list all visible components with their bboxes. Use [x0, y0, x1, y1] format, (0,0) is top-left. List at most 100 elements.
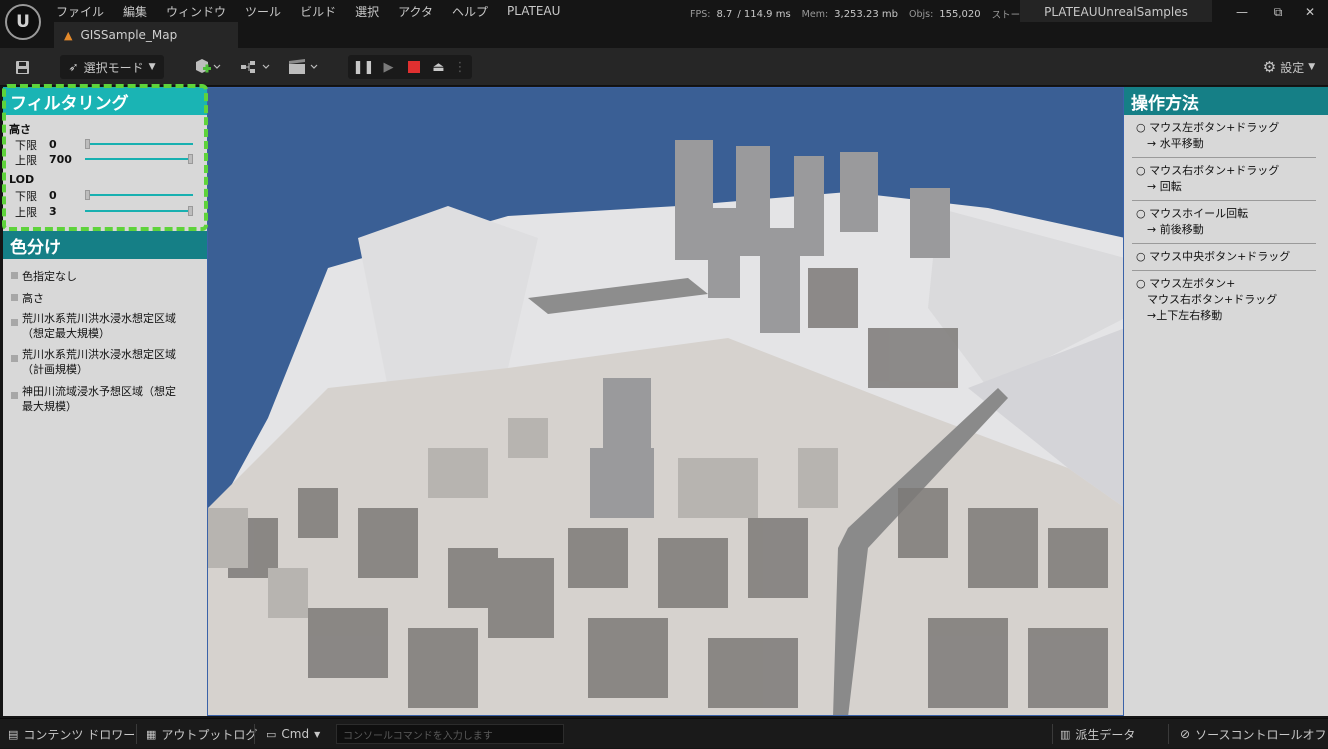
cursor-icon: ➶: [68, 60, 79, 74]
main-menu: ファイル 編集 ウィンドウ ツール ビルド 選択 アクタ ヘルプ PLATEAU: [56, 0, 579, 22]
step-icon[interactable]: ▶: [376, 60, 401, 75]
radio-square-icon: [11, 392, 18, 399]
menu-plateau[interactable]: PLATEAU: [507, 4, 560, 18]
log-icon: ▦: [146, 727, 157, 741]
height-lower-slider[interactable]: [85, 137, 193, 151]
right-panel: 操作方法 ○ マウス左ボタン+ドラッグ → 水平移動 ○ マウス右ボタン+ドラッ…: [1124, 87, 1328, 716]
height-upper-slider[interactable]: [85, 152, 193, 166]
project-name: PLATEAUUnrealSamples: [1020, 0, 1212, 24]
chevron-down-icon: ▼: [1308, 62, 1316, 72]
derived-data-label: 派生データ: [1075, 727, 1136, 742]
height-upper-value: 700: [49, 153, 72, 166]
content-drawer-label: コンテンツ ドロワー: [23, 727, 136, 742]
level-icon: ▲: [64, 28, 73, 42]
maximize-icon[interactable]: ⧉: [1260, 0, 1296, 24]
data-icon: ▥: [1060, 727, 1071, 741]
pause-icon[interactable]: ❚❚: [351, 60, 376, 75]
chevron-down-icon: ▼: [314, 729, 321, 739]
operation-item: ○ マウスホイール回転 → 前後移動: [1136, 207, 1249, 236]
fps-label: FPS:: [690, 8, 711, 20]
radio-square-icon: [11, 294, 18, 301]
operation-item: ○ マウス中央ボタン+ドラッグ: [1136, 250, 1291, 263]
height-upper-label: 上限: [15, 153, 37, 167]
color-panel-title: 色分け: [3, 231, 207, 259]
cmd-label: Cmd: [281, 727, 310, 741]
color-option-arakawa-plan[interactable]: 荒川水系荒川洪水浸水想定区域 （計画規模）: [11, 347, 205, 377]
menu-actor[interactable]: アクタ: [398, 3, 433, 20]
height-label: 高さ: [9, 123, 31, 136]
separator: [1132, 157, 1316, 158]
menu-help[interactable]: ヘルプ: [452, 3, 488, 20]
operation-item: ○ マウス右ボタン+ドラッグ → 回転: [1136, 164, 1280, 193]
source-control-label: ソースコントロールオフ: [1195, 727, 1327, 742]
separator: [1132, 200, 1316, 201]
color-option-arakawa-max[interactable]: 荒川水系荒川洪水浸水想定区域 （想定最大規模）: [11, 311, 205, 341]
color-option-kanda-max[interactable]: 神田川流域浸水予想区域（想定 最大規模）: [11, 384, 205, 414]
objs-value: 155,020: [939, 8, 981, 20]
lod-lower-label: 下限: [15, 189, 37, 203]
output-log-label: アウトプットログ: [161, 727, 258, 742]
source-control-button[interactable]: ⊘ ソースコントロールオフ: [1180, 719, 1326, 749]
play-controls: ❚❚ ▶ ⏏ ⋮: [348, 55, 472, 79]
gear-icon: ⚙: [1262, 58, 1277, 76]
lod-upper-label: 上限: [15, 205, 37, 219]
selection-mode-dropdown[interactable]: ➶ 選択モード ▼: [60, 55, 164, 79]
blueprint-button[interactable]: [238, 55, 272, 79]
color-option-none[interactable]: 色指定なし: [11, 268, 205, 284]
tab-level[interactable]: ▲ GISSample_Map: [54, 22, 238, 48]
frame-time-value: / 114.9 ms: [737, 8, 791, 20]
lod-label: LOD: [9, 173, 35, 186]
height-lower-handle[interactable]: [85, 139, 90, 149]
filter-panel-title: フィルタリング: [3, 87, 207, 115]
close-icon[interactable]: ✕: [1292, 0, 1328, 24]
more-options-icon[interactable]: ⋮: [451, 60, 469, 75]
lod-lower-value: 0: [49, 189, 57, 202]
add-actor-button[interactable]: [190, 55, 224, 79]
content-drawer-button[interactable]: ▤ コンテンツ ドロワー: [8, 719, 135, 749]
left-panel: フィルタリング 高さ 下限 0 上限 700 LOD 下限 0 上限 3 色分け…: [3, 87, 207, 716]
minimize-icon[interactable]: —: [1224, 0, 1260, 24]
height-lower-value: 0: [49, 138, 57, 151]
menu-edit[interactable]: 編集: [123, 3, 147, 20]
level-viewport[interactable]: [207, 87, 1124, 716]
menu-select[interactable]: 選択: [355, 3, 379, 20]
mem-value: 3,253.23 mb: [834, 8, 898, 20]
menu-window[interactable]: ウィンドウ: [166, 3, 226, 20]
color-option-height[interactable]: 高さ: [11, 290, 205, 306]
height-lower-label: 下限: [15, 138, 37, 152]
radio-square-icon: [11, 355, 18, 362]
save-icon[interactable]: [10, 55, 34, 79]
fps-value: 8.7: [716, 8, 733, 20]
settings-button[interactable]: ⚙ 設定 ▼: [1258, 55, 1320, 79]
eject-icon[interactable]: ⏏: [426, 60, 451, 75]
stop-icon[interactable]: [401, 60, 426, 75]
cmd-dropdown[interactable]: ▭ Cmd ▼: [266, 719, 320, 749]
output-log-button[interactable]: ▦ アウトプットログ: [146, 719, 257, 749]
source-control-off-icon: ⊘: [1180, 727, 1191, 741]
menu-tools[interactable]: ツール: [245, 3, 281, 20]
radio-square-icon: [11, 272, 18, 279]
radio-square-icon: [11, 319, 18, 326]
tab-title: GISSample_Map: [80, 28, 178, 42]
terminal-icon: ▭: [266, 727, 277, 741]
cinematics-button[interactable]: [286, 55, 320, 79]
height-upper-handle[interactable]: [188, 154, 193, 164]
operation-item: ○ マウス左ボタン+ドラッグ → 水平移動: [1136, 121, 1280, 150]
console-input[interactable]: コンソールコマンドを入力します: [336, 724, 564, 744]
chevron-down-icon: ▼: [148, 62, 156, 72]
mode-label: 選択モード: [83, 60, 144, 75]
lod-lower-handle[interactable]: [85, 190, 90, 200]
folder-icon: ▤: [8, 727, 19, 741]
unreal-logo-icon[interactable]: U: [5, 4, 41, 40]
operations-panel-title: 操作方法: [1124, 87, 1328, 115]
menu-file[interactable]: ファイル: [56, 3, 104, 20]
lod-upper-slider[interactable]: [85, 204, 193, 218]
lod-upper-handle[interactable]: [188, 206, 193, 216]
status-bar: ▤ コンテンツ ドロワー ▦ アウトプットログ ▭ Cmd ▼ コンソールコマン…: [0, 718, 1328, 748]
menu-build[interactable]: ビルド: [300, 3, 336, 20]
lod-lower-slider[interactable]: [85, 188, 193, 202]
operation-item: ○ マウス左ボタン+ マウス右ボタン+ドラッグ →上下左右移動: [1136, 277, 1278, 322]
derived-data-button[interactable]: ▥ 派生データ: [1060, 719, 1135, 749]
separator: [1132, 270, 1316, 271]
separator: [1132, 243, 1316, 244]
